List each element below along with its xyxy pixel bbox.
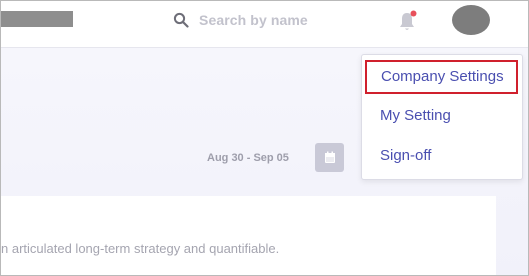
menu-item-my-setting[interactable]: My Setting bbox=[363, 100, 519, 132]
top-bar: Search by name bbox=[1, 1, 528, 48]
notification-dot bbox=[410, 10, 417, 17]
content-card: n articulated long-term strategy and qua… bbox=[1, 196, 496, 275]
date-range-label: Aug 30 - Sep 05 bbox=[207, 152, 289, 164]
app-logo bbox=[1, 11, 73, 27]
bell-icon bbox=[400, 10, 417, 30]
user-avatar[interactable] bbox=[452, 5, 490, 35]
calendar-icon bbox=[324, 151, 335, 163]
search-input[interactable]: Search by name bbox=[199, 12, 308, 28]
menu-item-sign-off[interactable]: Sign-off bbox=[363, 140, 519, 172]
card-description: n articulated long-term strategy and qua… bbox=[1, 241, 280, 256]
calendar-button[interactable] bbox=[315, 143, 344, 172]
user-dropdown-menu: Company Settings My Setting Sign-off bbox=[361, 54, 523, 180]
search-box[interactable]: Search by name bbox=[173, 10, 308, 30]
search-icon bbox=[173, 12, 189, 28]
menu-item-company-settings[interactable]: Company Settings bbox=[365, 60, 518, 94]
app-window: Search by name Aug 30 - Sep 05 n articul… bbox=[0, 0, 529, 276]
notification-button[interactable] bbox=[397, 9, 419, 33]
